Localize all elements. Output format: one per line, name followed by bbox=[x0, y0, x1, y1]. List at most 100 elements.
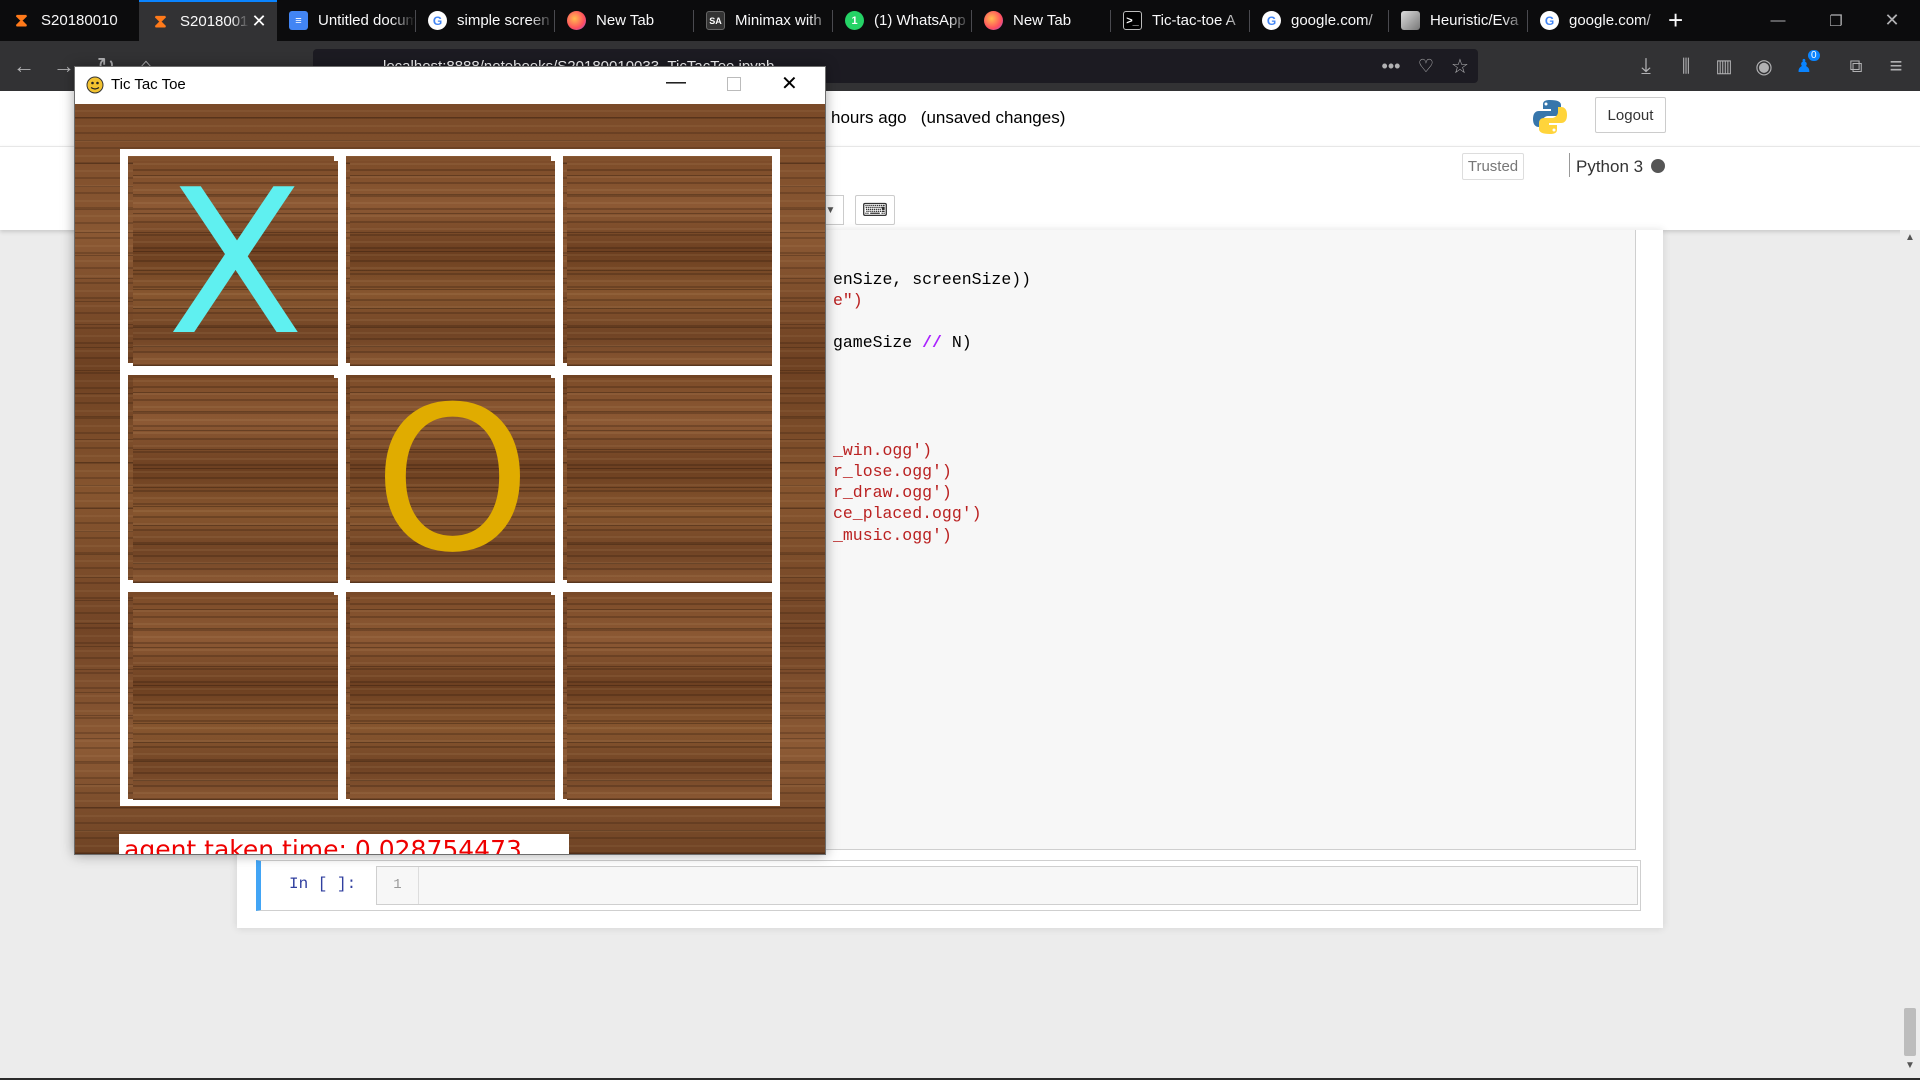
board-cell-r3-c2[interactable] bbox=[350, 595, 555, 800]
kernel-name[interactable]: Python 3 bbox=[1576, 157, 1643, 177]
board-cell-r3-c1[interactable] bbox=[133, 595, 338, 800]
browser-tab-bar: ⧗ S20180010 ⧗ S20180010 ✕ ≡ Untitled doc… bbox=[0, 0, 1920, 41]
code-line-1: enSize, screenSize)) bbox=[833, 270, 1031, 289]
game-minimize-button[interactable]: — bbox=[666, 71, 686, 94]
minimize-window-button[interactable]: — bbox=[1750, 0, 1806, 41]
image-icon bbox=[1401, 11, 1420, 30]
notification-badge: 0 bbox=[1808, 50, 1820, 61]
firefox-icon bbox=[567, 11, 586, 30]
tab-label: Untitled document bbox=[318, 12, 415, 29]
browser-tab-2[interactable]: ⧗ S20180010 ✕ bbox=[139, 0, 277, 41]
python-logo-icon bbox=[1530, 97, 1570, 137]
browser-tab-12[interactable]: G google.com/ bbox=[1528, 0, 1666, 41]
x-mark: X bbox=[166, 146, 304, 380]
trusted-indicator[interactable]: Trusted bbox=[1462, 153, 1524, 180]
browser-tab-9[interactable]: >_ Tic-tac-toe A bbox=[1111, 0, 1249, 41]
google-icon: G bbox=[428, 11, 447, 30]
downloads-button[interactable]: ⤓ bbox=[1630, 50, 1662, 82]
board-cell-r2-c3[interactable] bbox=[567, 378, 772, 583]
browser-tab-5[interactable]: New Tab bbox=[555, 0, 693, 41]
new-tab-button[interactable]: + bbox=[1660, 0, 1698, 41]
empty-mark bbox=[567, 161, 772, 366]
code-text: gameSize bbox=[833, 333, 923, 352]
browser-tab-6[interactable]: SA Minimax with bbox=[694, 0, 832, 41]
board-cell-r1-c3[interactable] bbox=[567, 161, 772, 366]
empty-mark bbox=[350, 595, 555, 800]
code-line-8: _music.ogg') bbox=[833, 526, 952, 545]
kernel-divider bbox=[1569, 153, 1570, 177]
empty-code-cell[interactable]: In [ ]: 1 bbox=[256, 860, 1641, 911]
code-operator: // bbox=[922, 333, 942, 352]
browser-tab-11[interactable]: Heuristic/Eva bbox=[1389, 0, 1527, 41]
close-window-button[interactable]: ✕ bbox=[1864, 0, 1920, 41]
library-button[interactable]: ⫼ bbox=[1670, 50, 1702, 82]
board-cell-r1-c1[interactable]: X bbox=[133, 161, 338, 366]
google-icon: G bbox=[1540, 11, 1559, 30]
browser-tab-4[interactable]: G simple screen bbox=[416, 0, 554, 41]
empty-mark bbox=[133, 595, 338, 800]
game-titlebar[interactable]: Tic Tac Toe — ✕ bbox=[75, 67, 825, 104]
back-button[interactable]: ← bbox=[8, 50, 40, 82]
tab-label: simple screen bbox=[457, 12, 550, 29]
code-line-2: e") bbox=[833, 291, 863, 310]
restore-window-button[interactable]: ❐ bbox=[1808, 0, 1864, 41]
browser-tab-7[interactable]: 1 (1) WhatsApp bbox=[833, 0, 971, 41]
extensions-button[interactable]: ⧉ bbox=[1840, 50, 1872, 82]
code-cell-editor[interactable]: enSize, screenSize)) e") gameSize // N) … bbox=[808, 230, 1636, 850]
star-icon: ☆ bbox=[1451, 55, 1469, 78]
code-string: e") bbox=[833, 291, 863, 310]
empty-mark bbox=[567, 378, 772, 583]
code-line-6: r_draw.ogg') bbox=[833, 483, 952, 502]
tab-label: S20180010 bbox=[41, 12, 118, 29]
hourglass-icon: ⧗ bbox=[154, 11, 167, 31]
close-icon: ✕ bbox=[1884, 10, 1900, 30]
game-close-button[interactable]: ✕ bbox=[781, 71, 798, 96]
browser-tab-10[interactable]: G google.com/ bbox=[1250, 0, 1388, 41]
code-text: N) bbox=[941, 333, 972, 352]
board-cell-r1-c2[interactable] bbox=[350, 161, 555, 366]
tab-label: google.com/ bbox=[1291, 12, 1373, 29]
sidebar-button[interactable]: ▥ bbox=[1708, 50, 1740, 82]
tab-label: Minimax with bbox=[735, 12, 822, 29]
browser-tab-8[interactable]: New Tab bbox=[972, 0, 1110, 41]
page-scrollbar[interactable]: ▲ ▼ bbox=[1900, 230, 1920, 1078]
code-text: enSize, screenSize)) bbox=[833, 270, 1032, 289]
cell-input-area[interactable]: 1 bbox=[376, 866, 1638, 905]
terminal-icon: >_ bbox=[1123, 11, 1142, 30]
tab-label: Heuristic/Eva bbox=[1430, 12, 1519, 29]
sa-icon: SA bbox=[706, 11, 725, 30]
browser-tab-3[interactable]: ≡ Untitled document bbox=[277, 0, 415, 41]
bookmark-button[interactable]: ☆ bbox=[1444, 50, 1476, 82]
line-number: 1 bbox=[377, 867, 419, 904]
code-string: r_draw.ogg') bbox=[833, 483, 952, 502]
pocket-button[interactable]: ♡ bbox=[1410, 50, 1442, 82]
download-icon: ⤓ bbox=[1641, 53, 1651, 78]
docs-icon: ≡ bbox=[289, 11, 308, 30]
scroll-up-icon[interactable]: ▲ bbox=[1905, 232, 1915, 243]
menu-button[interactable]: ≡ bbox=[1880, 50, 1912, 82]
board-cell-r2-c1[interactable] bbox=[133, 378, 338, 583]
browser-tab-1[interactable]: ⧗ S20180010 bbox=[0, 0, 139, 41]
close-tab-icon[interactable]: ✕ bbox=[249, 11, 269, 32]
scroll-down-icon[interactable]: ▼ bbox=[1905, 1060, 1915, 1071]
board-cell-r2-c2[interactable]: O bbox=[350, 378, 555, 583]
arrow-right-icon: → bbox=[53, 53, 75, 78]
google-icon: G bbox=[1262, 11, 1281, 30]
game-maximize-button[interactable] bbox=[727, 77, 741, 91]
pygame-snake-icon bbox=[86, 76, 104, 94]
extension-button[interactable]: ♟ 0 bbox=[1788, 50, 1820, 82]
code-line-7: ce_placed.ogg') bbox=[833, 504, 982, 523]
minimize-icon: — bbox=[1770, 12, 1786, 29]
kernel-status-icon bbox=[1651, 159, 1665, 173]
command-palette-button[interactable]: ⌨ bbox=[855, 195, 895, 225]
sidebar-icon: ▥ bbox=[1715, 55, 1733, 76]
code-string: r_lose.ogg') bbox=[833, 462, 952, 481]
logout-button[interactable]: Logout bbox=[1595, 97, 1666, 133]
game-window-title: Tic Tac Toe bbox=[111, 76, 186, 93]
board-cell-r3-c3[interactable] bbox=[567, 595, 772, 800]
page-actions-button[interactable]: ••• bbox=[1375, 50, 1407, 82]
account-button[interactable]: ◉ bbox=[1748, 50, 1780, 82]
hourglass-icon: ⧗ bbox=[15, 10, 28, 30]
scrollbar-thumb[interactable] bbox=[1904, 1008, 1916, 1056]
tab-label: Tic-tac-toe A bbox=[1152, 12, 1236, 29]
